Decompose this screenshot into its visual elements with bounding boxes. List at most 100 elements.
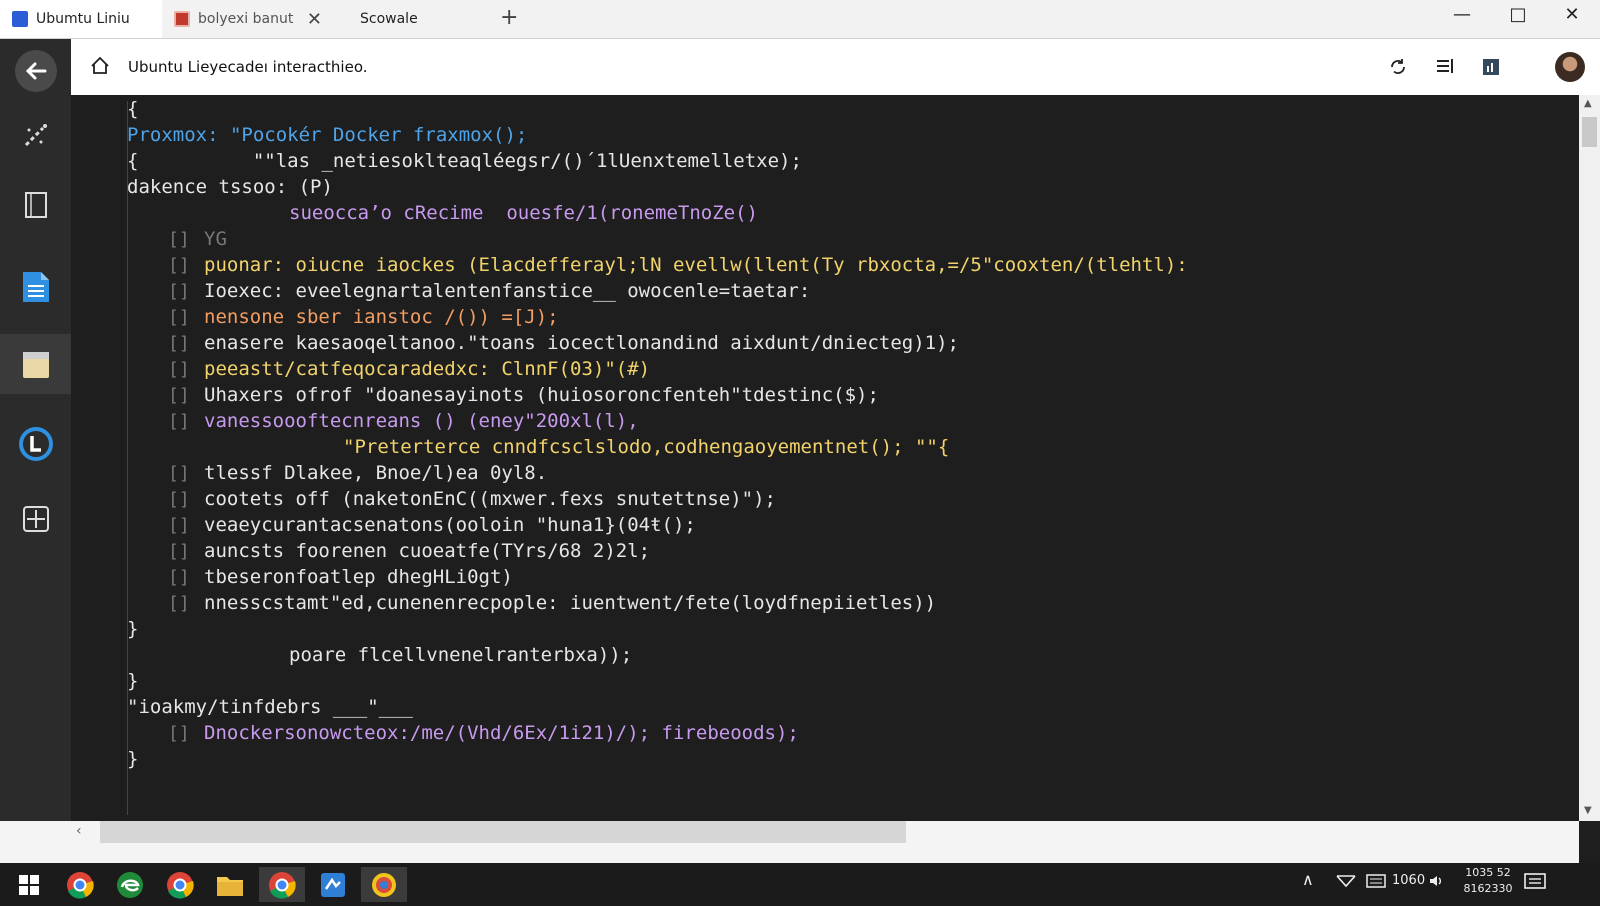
- folder-icon[interactable]: [207, 867, 253, 902]
- maximize-button[interactable]: □: [1503, 4, 1533, 25]
- volume-icon[interactable]: [1428, 873, 1444, 893]
- tab-bolyexi[interactable]: bolyexi banut ✕: [162, 0, 332, 38]
- vertical-scrollbar[interactable]: ▲ ▼: [1579, 95, 1600, 821]
- back-button[interactable]: [0, 41, 71, 101]
- line-marker: []: [168, 307, 190, 328]
- chrome-icon[interactable]: [157, 867, 203, 902]
- line-marker: []: [168, 541, 190, 562]
- code-line: tlessf Dlakee, Bnoe/l)ea 0yl8.: [204, 462, 548, 484]
- tablet-icon: [24, 192, 47, 218]
- line-marker: []: [168, 229, 190, 250]
- keyboard-icon[interactable]: [1366, 873, 1386, 893]
- edge-icon[interactable]: [107, 867, 153, 902]
- code-line: veaeycurantacsenatons(ooloin "huna1}(04ŧ…: [204, 514, 696, 536]
- clock[interactable]: 1035 52 8162330: [1460, 866, 1516, 895]
- speed-text: 1060: [1392, 873, 1426, 888]
- code-line: Uhaxers ofrof "doanesayinots (huiosoronc…: [204, 384, 879, 406]
- windows-start-icon[interactable]: [6, 867, 52, 902]
- ubuntu-tab-icon: [12, 11, 28, 27]
- line-marker: []: [168, 515, 190, 536]
- code-editor[interactable]: { Proxmox: "Pocokér Docker fraxmox(); { ""…: [71, 95, 1579, 821]
- tab-ubuntu[interactable]: Ubumtu Liniu: [0, 0, 162, 38]
- layout-icon: [22, 506, 49, 532]
- code-line: tbeseronfoatlep dhegHLi0gt): [204, 566, 513, 588]
- code-line: vanessoooftecnreans () (eney"200xl(l),: [204, 410, 639, 432]
- chrome-icon[interactable]: [57, 867, 103, 902]
- scroll-left-icon[interactable]: ‹: [76, 823, 82, 839]
- close-icon[interactable]: ✕: [307, 9, 322, 30]
- clock-date: 8162330: [1463, 882, 1513, 895]
- clipboard-icon: [22, 352, 49, 378]
- notifications-icon[interactable]: [1524, 873, 1546, 895]
- code-line: poare flcellvnenelranterbxa));: [289, 644, 633, 666]
- sidebar-item-wand[interactable]: [0, 105, 71, 165]
- tab-label: Scowale: [360, 11, 418, 27]
- horizontal-scrollbar[interactable]: ‹: [0, 821, 1579, 863]
- taskbar: ∧ 1060 1035 52 8162330: [0, 863, 1600, 906]
- line-marker: []: [168, 593, 190, 614]
- tab-scowale[interactable]: Scowale: [340, 0, 480, 38]
- sidebar-item-clipboard[interactable]: [0, 334, 71, 394]
- code-line: }: [127, 618, 139, 640]
- horizontal-scroll-thumb[interactable]: [100, 821, 906, 843]
- home-icon[interactable]: [89, 55, 111, 77]
- code-line: dakence tssoo: (P): [127, 176, 333, 198]
- vscode-icon[interactable]: [310, 867, 356, 902]
- code-line: nensone sber ianstoc /()) =[J);: [204, 306, 559, 328]
- document-icon: [22, 272, 49, 302]
- magic-wand-icon: [24, 124, 47, 147]
- minimize-button[interactable]: —: [1447, 4, 1477, 25]
- network-icon[interactable]: [1336, 873, 1356, 893]
- new-tab-button[interactable]: +: [500, 5, 518, 30]
- chrome-icon[interactable]: [259, 867, 305, 902]
- code-line: {: [127, 98, 139, 120]
- sidebar-item-tablet[interactable]: [0, 175, 71, 235]
- sidebar-item-logo[interactable]: [0, 414, 71, 474]
- code-line: peeastt/catfeqocaradedxc: ClnnF(03)"(#): [204, 358, 651, 380]
- line-marker: []: [168, 333, 190, 354]
- tab-label: bolyexi banut: [198, 11, 294, 27]
- back-icon: [14, 50, 57, 92]
- line-marker: []: [168, 411, 190, 432]
- scroll-up-icon[interactable]: ▲: [1584, 98, 1592, 109]
- close-window-button[interactable]: ✕: [1557, 4, 1587, 25]
- code-line: puonar: oiucne iaockes (Elacdefferayl;lN…: [204, 254, 1188, 276]
- sync-icon[interactable]: [1386, 55, 1410, 79]
- sidebar-item-document[interactable]: [0, 257, 71, 317]
- code-line: }: [127, 670, 139, 692]
- app-icon[interactable]: [361, 867, 407, 902]
- code-line: sueocca’o cRecime ouesfe/1(ronemeTnoZe(): [289, 202, 758, 224]
- code-line: YG: [204, 228, 227, 250]
- code-line: }: [127, 748, 139, 770]
- avatar[interactable]: [1555, 52, 1585, 82]
- line-marker: []: [168, 463, 190, 484]
- title-bar: Ubumtu Liniu bolyexi banut ✕ Scowale + —…: [0, 0, 1600, 39]
- address-text[interactable]: Ubuntu Lieyecadeı interacthieo.: [128, 58, 368, 76]
- line-marker: []: [168, 723, 190, 744]
- line-marker: []: [168, 489, 190, 510]
- extension-icon[interactable]: [1479, 55, 1503, 79]
- line-marker: []: [168, 255, 190, 276]
- address-bar: Ubuntu Lieyecadeı interacthieo.: [71, 39, 1600, 95]
- code-line: enasere kaesaoqeltanoo."toans iocectlona…: [204, 332, 959, 354]
- vertical-scroll-thumb[interactable]: [1582, 117, 1597, 147]
- code-line: { ""las _netiesoklteaqléegsr/()´1lUenxte…: [127, 150, 802, 172]
- grid-tab-icon: [174, 11, 190, 27]
- tab-label: Ubumtu Liniu: [36, 11, 130, 27]
- code-line: Proxmox: "Pocokér Docker fraxmox();: [127, 124, 528, 146]
- logo-l-icon: [18, 427, 53, 461]
- code-line: "ioakmy/tinfdebrs ___"___: [127, 696, 413, 718]
- code-line: "Preterterce cnndfcsclslodo,codhengaoyem…: [343, 436, 950, 458]
- reader-icon[interactable]: [1433, 55, 1457, 79]
- code-line: auncsts foorenen cuoeatfe(TYrs/68 2)2l;: [204, 540, 651, 562]
- clock-time: 1035 52: [1465, 866, 1511, 879]
- sidebar-item-layout[interactable]: [0, 489, 71, 549]
- line-marker: []: [168, 567, 190, 588]
- sidebar: [0, 39, 71, 863]
- tray-chevron-icon[interactable]: ∧: [1302, 870, 1314, 889]
- scroll-down-icon[interactable]: ▼: [1584, 805, 1592, 816]
- code-line: Ioexec: eveelegnartalentenfanstice__ owo…: [204, 280, 811, 302]
- line-marker: []: [168, 359, 190, 380]
- line-marker: []: [168, 281, 190, 302]
- code-line: Dnockersonowcteox:/me/(Vhd/6Ex/1i21)/); …: [204, 722, 799, 744]
